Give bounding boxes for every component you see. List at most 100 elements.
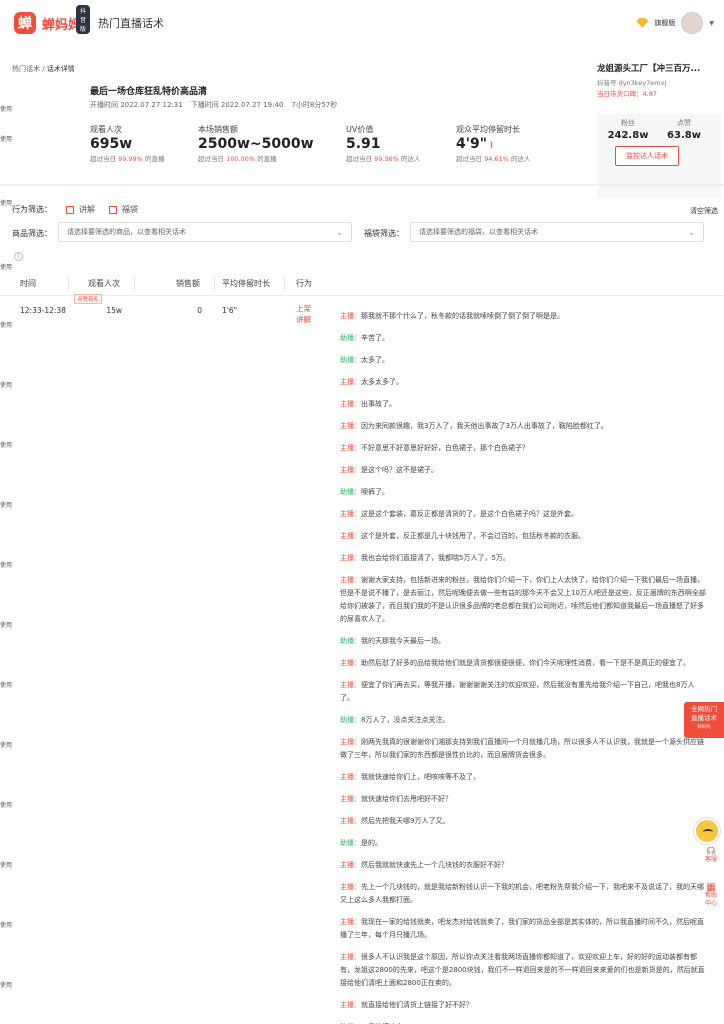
left-edge-tag: 使用: [0, 136, 13, 143]
host-role-label: 主播：: [340, 532, 361, 540]
column-header-sales: 销售额: [176, 279, 200, 288]
hot-scripts-promo[interactable]: 全网热门 直播话术 蝉妈妈: [684, 702, 724, 738]
transcript-line: 助播：噢裤了。: [340, 486, 708, 499]
transcript-line: 助播：太多了。: [340, 354, 708, 367]
transcript-text: 这个是外套，反正都是几十块钱甩了，不会过百的，包括秋冬款的衣服。: [361, 532, 585, 540]
metric-rank: 超过当日 100.00% 的直播: [198, 153, 314, 163]
help-center-label-2: 中心: [704, 900, 717, 907]
fans-value: 242.8w: [607, 130, 649, 141]
transcript-text: 出事故了。: [361, 400, 396, 408]
product-select-placeholder: 请选择要筛选的商品，以查看相关话术: [67, 228, 186, 236]
transcript-text: 辛苦了。: [361, 334, 389, 342]
explain-checkbox[interactable]: [66, 205, 74, 214]
host-role-label: 主播：: [340, 861, 361, 869]
top-bar: 蝉 蝉妈妈 抖音版 热门直播话术 旗舰版 ▼: [0, 0, 724, 46]
metric-value: 4'9" ⌇: [456, 136, 530, 152]
transcript-text: 便宜了你们再去买，等我开播，谢谢谢谢关注的欢迎欢迎，然后我没有重先给我介绍一下自…: [340, 681, 695, 702]
transcript-text: 噢裤了。: [361, 488, 389, 496]
transcript-text: 是这个吗？这不是裙子。: [361, 466, 438, 474]
action-listing-link[interactable]: 上架: [296, 303, 318, 314]
transcript-line: 助播：是的。: [340, 837, 708, 850]
column-header-action: 行为: [296, 279, 312, 288]
transcript-line: 主播：那我就不那个什么了，秋冬款的话我就嗦嗦倒了倒了倒了啊是是。: [340, 310, 708, 323]
transcript-line: 主播：不好意思不好意思好好好，白色裙子，那个白色裙子？: [340, 442, 708, 455]
likes-label: 点赞: [677, 119, 691, 127]
transcript-line: 助播：我的天那我今天最后一场。: [340, 635, 708, 648]
assistant-role-label: 助播：: [340, 356, 361, 364]
assistant-role-label: 助播：: [340, 716, 361, 724]
help-center-button[interactable]: ▦ 帮助 中心: [700, 883, 722, 908]
duration: 7小时8分57秒: [291, 101, 338, 109]
lucky-bag-filter-label: 福袋筛选：: [364, 229, 404, 238]
host-role-label: 主播：: [340, 883, 361, 891]
host-name[interactable]: 龙姐源头工厂【冲三百万...: [597, 62, 721, 74]
left-edge-tag: 使用: [0, 982, 13, 989]
transcript-line: 主播：是这个吗？这不是裙子。: [340, 464, 708, 477]
column-divider: [68, 276, 69, 290]
product-select[interactable]: 请选择要筛选的商品，以查看相关话术 ⌄: [58, 222, 352, 242]
left-edge-tag: 使用: [0, 802, 13, 809]
chevron-down-icon: ⌄: [688, 228, 695, 237]
chevron-down-icon: ⌄: [336, 228, 343, 237]
row-sales: 0: [197, 306, 202, 315]
metric-value: 695w: [90, 136, 133, 152]
customer-service-button[interactable]: ☊ 客服: [700, 846, 722, 864]
breadcrumb-parent[interactable]: 热门话术: [12, 65, 40, 73]
left-edge-tag: 使用: [0, 922, 13, 929]
host-role-label: 主播：: [340, 795, 361, 803]
lucky-bag-checkbox[interactable]: [109, 205, 117, 214]
assistant-role-label: 助播：: [340, 488, 361, 496]
fans-stat: 粉丝 242.8w: [603, 118, 653, 141]
assistant-role-label: 助播：: [340, 637, 361, 645]
info-icon[interactable]: i: [14, 252, 23, 261]
end-time: 下播时间 2022.07.27 19:40: [190, 101, 284, 109]
trend-chart-icon[interactable]: ⌇: [489, 141, 493, 151]
left-edge-tag: 使用: [0, 682, 13, 689]
breadcrumb-current: 话术详情: [46, 65, 75, 73]
page-name: 热门直播话术: [98, 17, 165, 30]
metric-uv-value: UV价值 5.91 超过当日 99.36% 的达人: [346, 124, 420, 163]
assistant-role-label: 助播：: [340, 334, 361, 342]
select-filters: 商品筛选： 请选择要筛选的商品，以查看相关话术 ⌄ 福袋筛选： 请选择要筛选的福…: [12, 222, 712, 244]
transcript-list: 主播：那我就不那个什么了，秋冬款的话我就嗦嗦倒了倒了倒了啊是是。 助播：辛苦了。助…: [340, 310, 708, 1024]
customer-service-label: 客服: [704, 856, 717, 863]
transcript-text: 我的天那我今天最后一场。: [361, 637, 445, 645]
action-explain-link[interactable]: 讲解: [296, 314, 318, 325]
transcript-text: 是的。: [361, 839, 382, 847]
behavior-filter-label: 行为筛选：: [12, 205, 52, 214]
behavior-filter: 行为筛选： 讲解 福袋: [12, 204, 138, 215]
metric-label: 观看人次: [90, 125, 122, 134]
headset-icon: ☊: [706, 846, 716, 857]
avatar[interactable]: [681, 12, 704, 34]
column-header-time: 时间: [20, 279, 36, 288]
column-divider: [214, 276, 215, 290]
douyin-version-badge: 抖音版: [76, 5, 91, 34]
host-role-label: 主播：: [340, 378, 361, 386]
logo[interactable]: 蝉 蝉妈妈 抖音版: [14, 5, 91, 34]
transcript-line: 主播：我就快速给你们上，吧咳咳等不及了，: [340, 771, 708, 784]
fans-label: 粉丝: [621, 119, 635, 127]
host-role-label: 主播：: [340, 1001, 361, 1009]
metric-label: 本场销售额: [198, 125, 238, 134]
breadcrumb: 热门话术 / 话术详情: [12, 64, 75, 74]
host-role-label: 主播：: [340, 953, 361, 961]
lucky-bag-select[interactable]: 请选择要筛选的福袋，以查看相关话术 ⌄: [410, 222, 704, 242]
table-header: 时间 观看人次 销售额 平均停留时长 行为: [0, 270, 724, 296]
mascot-icon[interactable]: [694, 818, 720, 844]
host-role-label: 主播：: [340, 422, 361, 430]
lucky-bag-label[interactable]: 福袋: [122, 204, 138, 215]
clear-filters-link[interactable]: 清空筛选: [690, 206, 718, 216]
transcript-text: 那我就不那个什么了，秋冬款的话我就嗦嗦倒了倒了倒了啊是是。: [361, 312, 564, 320]
chevron-down-icon[interactable]: ▼: [709, 20, 714, 27]
metric-label: 观众平均停留时长: [456, 125, 520, 134]
transcript-text: 谢谢大家支持，包括新进来的粉丝，我给你们介绍一下，你们上人太快了，给你们介绍一下…: [340, 576, 706, 623]
monitor-host-button[interactable]: 监控达人话术: [615, 146, 679, 166]
explain-label[interactable]: 讲解: [79, 204, 95, 215]
host-role-label: 主播：: [340, 554, 361, 562]
likes-value: 63.8w: [667, 130, 701, 141]
left-edge-tag: 使用: [0, 562, 13, 569]
transcript-text: 太多了。: [361, 356, 389, 364]
user-menu[interactable]: 旗舰版 ▼: [636, 12, 714, 34]
transcript-text: 很多人不认识我是这个原因，所以你点关注看我两场直播你都知道了，欢迎欢迎上车，好的…: [340, 953, 705, 987]
transcript-text: 先上一个几块钱的，就是我给新粉钱认识一下我的机会，吧老粉先帮我介绍一下，我吧来不…: [340, 883, 704, 904]
